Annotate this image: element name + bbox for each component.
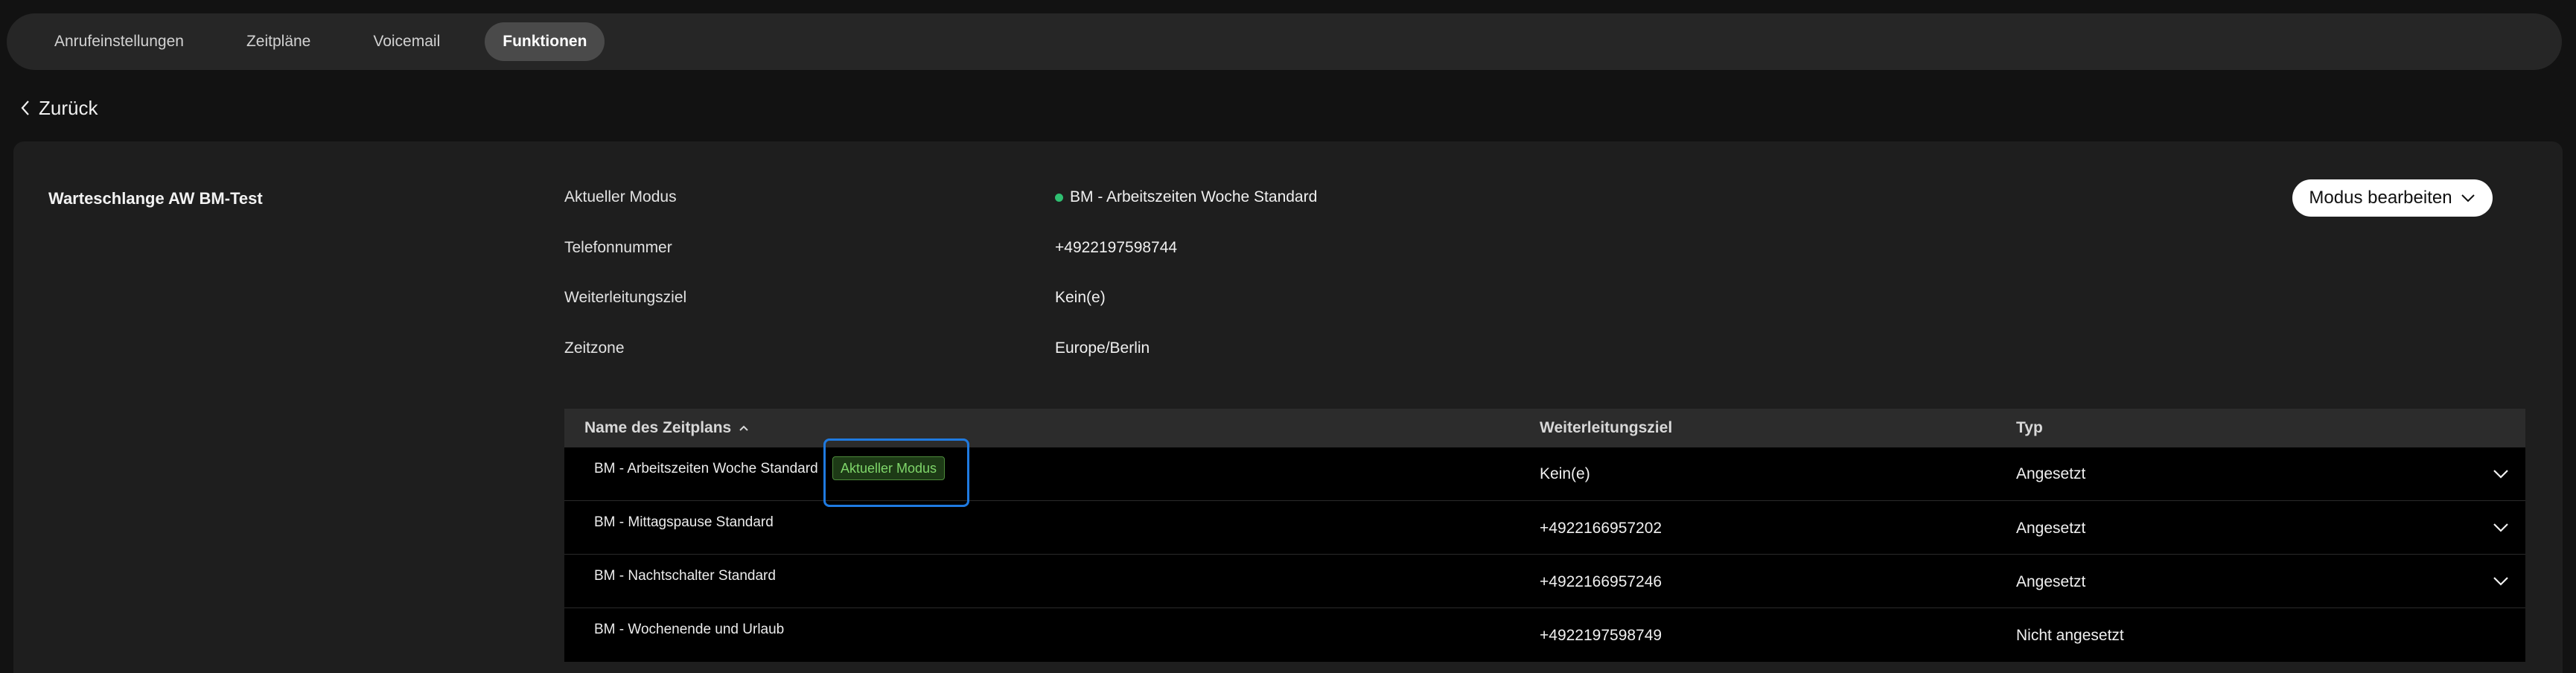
tab-zeitplaene[interactable]: Zeitpläne: [229, 22, 328, 61]
chevron-down-icon[interactable]: [2491, 520, 2510, 535]
schedule-type: Angesetzt: [2016, 573, 2086, 590]
column-header-name[interactable]: Name des Zeitplans: [584, 419, 749, 437]
back-label: Zurück: [39, 96, 98, 119]
schedule-type: Angesetzt: [2016, 465, 2086, 482]
timezone-label: Zeitzone: [564, 339, 625, 357]
forward-target-value: Kein(e): [1055, 289, 1106, 306]
schedule-type: Nicht angesetzt: [2016, 627, 2124, 644]
table-row[interactable]: BM - Wochenende und Urlaub +492219759874…: [564, 608, 2525, 662]
phone-label: Telefonnummer: [564, 239, 672, 256]
column-header-name-label: Name des Zeitplans: [584, 419, 732, 436]
schedule-forward: Kein(e): [1540, 465, 1590, 482]
table-row[interactable]: BM - Mittagspause Standard +492216695720…: [564, 501, 2525, 555]
status-dot-icon: [1055, 193, 1063, 202]
schedule-name: BM - Wochenende und Urlaub: [594, 622, 785, 637]
schedule-name: BM - Arbeitszeiten Woche Standard: [594, 461, 818, 476]
current-mode-value: BM - Arbeitszeiten Woche Standard: [1055, 188, 1317, 206]
column-header-forward: Weiterleitungsziel: [1540, 419, 1673, 436]
schedule-forward: +4922166957246: [1540, 573, 1662, 590]
schedule-type: Angesetzt: [2016, 520, 2086, 537]
chevron-left-icon: [16, 95, 36, 121]
table-row[interactable]: BM - Nachtschalter Standard +49221669572…: [564, 555, 2525, 608]
column-header-type: Typ: [2016, 419, 2043, 436]
timezone-value: Europe/Berlin: [1055, 339, 1150, 357]
schedule-forward: +4922166957202: [1540, 520, 1662, 537]
table-row[interactable]: BM - Arbeitszeiten Woche Standard Aktuel…: [564, 438, 2525, 507]
schedule-name: BM - Nachtschalter Standard: [594, 568, 776, 584]
tab-anrufeinstellungen[interactable]: Anrufeinstellungen: [36, 22, 202, 61]
tab-voicemail[interactable]: Voicemail: [355, 22, 458, 61]
tab-funktionen[interactable]: Funktionen: [485, 22, 605, 61]
edit-mode-label: Modus bearbeiten: [2309, 188, 2452, 208]
schedule-forward: +4922197598749: [1540, 627, 1662, 644]
chevron-down-icon[interactable]: [2491, 467, 2510, 482]
sort-ascending-icon: [739, 425, 748, 431]
tab-bar: Anrufeinstellungen Zeitpläne Voicemail F…: [7, 13, 2562, 70]
current-mode-text: BM - Arbeitszeiten Woche Standard: [1070, 188, 1318, 205]
schedule-table: Name des Zeitplans Weiterleitungsziel Ty…: [564, 409, 2525, 662]
phone-value: +4922197598744: [1055, 239, 1178, 256]
edit-mode-button[interactable]: Modus bearbeiten: [2292, 179, 2493, 217]
queue-name: Warteschlange AW BM-Test: [48, 189, 263, 208]
back-link[interactable]: Zurück: [16, 95, 98, 121]
chevron-down-icon: [2461, 194, 2475, 202]
current-mode-badge: Aktueller Modus: [832, 456, 946, 480]
current-mode-label: Aktueller Modus: [564, 188, 677, 205]
forward-target-label: Weiterleitungsziel: [564, 289, 687, 306]
schedule-name: BM - Mittagspause Standard: [594, 514, 774, 530]
chevron-down-icon[interactable]: [2491, 574, 2510, 589]
